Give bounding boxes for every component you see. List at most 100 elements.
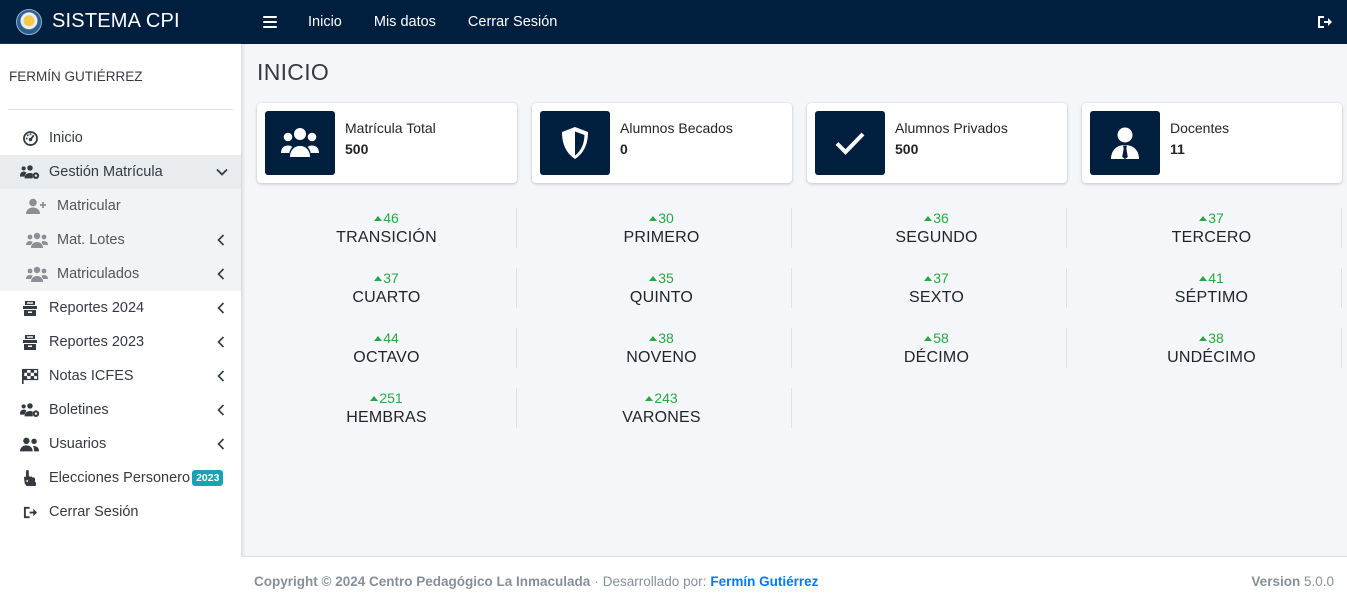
submenu-gestion-matricula: Matricular Mat. Lotes Matriculados bbox=[0, 189, 241, 291]
flag-checkered-icon bbox=[20, 367, 40, 385]
main-content: INICIO Matrícula Total 500 Alumnos Becad… bbox=[241, 44, 1347, 556]
stat-count: 243 bbox=[532, 388, 791, 408]
stat-count: 41 bbox=[1082, 268, 1341, 288]
user-plus-icon bbox=[26, 197, 48, 215]
chevron-left-icon bbox=[217, 370, 225, 382]
caret-up-icon bbox=[645, 396, 654, 401]
stat-hembras: 251 HEMBRAS bbox=[257, 388, 517, 428]
sidebar-item-label: Matriculados bbox=[57, 266, 140, 282]
info-box-value: 0 bbox=[620, 141, 628, 157]
caret-up-icon bbox=[1199, 336, 1208, 341]
stat-count: 46 bbox=[257, 208, 516, 228]
sidebar-item-label: Inicio bbox=[49, 130, 83, 146]
users-icon bbox=[265, 111, 335, 175]
archive-icon bbox=[20, 333, 40, 351]
stat-label: SEGUNDO bbox=[895, 229, 978, 246]
caret-up-icon bbox=[649, 216, 658, 221]
stat-count: 251 bbox=[257, 388, 516, 408]
info-box-label: Alumnos Becados bbox=[620, 120, 733, 136]
stat-segundo: 36 SEGUNDO bbox=[807, 208, 1067, 248]
sidebar-menu: Inicio Gestión Matrícula Matricular Mat.… bbox=[0, 121, 241, 529]
caret-up-icon bbox=[374, 336, 383, 341]
footer: Copyright © 2024 Centro Pedagógico La In… bbox=[241, 556, 1347, 606]
info-box-alumnos-becados: Alumnos Becados 0 bbox=[532, 103, 792, 183]
stat-transicion: 46 TRANSICIÓN bbox=[257, 208, 517, 248]
info-box-value: 500 bbox=[345, 141, 369, 157]
caret-up-icon bbox=[1199, 216, 1208, 221]
sidebar-item-notas-icfes[interactable]: Notas ICFES bbox=[0, 359, 241, 393]
info-box-docentes: Docentes 11 bbox=[1082, 103, 1342, 183]
stat-count: 37 bbox=[257, 268, 516, 288]
users-icon bbox=[20, 435, 40, 453]
sidebar-item-label: Notas ICFES bbox=[49, 368, 134, 384]
brand[interactable]: SISTEMA CPI bbox=[0, 0, 241, 44]
sidebar-item-matriculados[interactable]: Matriculados bbox=[0, 257, 241, 291]
stat-count: 58 bbox=[807, 328, 1066, 348]
stat-count: 37 bbox=[1082, 208, 1341, 228]
shield-icon bbox=[540, 111, 610, 175]
stat-sexto: 37 SEXTO bbox=[807, 268, 1067, 308]
caret-up-icon bbox=[649, 276, 658, 281]
archive-icon bbox=[20, 299, 40, 317]
chevron-left-icon bbox=[217, 404, 225, 416]
user-panel: FERMÍN GUTIÉRREZ bbox=[8, 44, 233, 110]
stat-undecimo: 38 UNDÉCIMO bbox=[1082, 328, 1342, 368]
stat-count: 38 bbox=[1082, 328, 1341, 348]
stat-octavo: 44 OCTAVO bbox=[257, 328, 517, 368]
caret-up-icon bbox=[370, 396, 379, 401]
sidebar-item-mat-lotes[interactable]: Mat. Lotes bbox=[0, 223, 241, 257]
stat-count: 44 bbox=[257, 328, 516, 348]
sidebar-item-inicio[interactable]: Inicio bbox=[0, 121, 241, 155]
info-box-label: Alumnos Privados bbox=[895, 120, 1008, 136]
stat-label: NOVENO bbox=[626, 349, 697, 366]
year-badge: 2023 bbox=[192, 470, 224, 486]
stat-count: 30 bbox=[532, 208, 791, 228]
sidebar-item-label: Usuarios bbox=[49, 436, 107, 452]
sidebar-item-boletines[interactable]: Boletines bbox=[0, 393, 241, 427]
stat-count: 36 bbox=[807, 208, 1066, 228]
user-name[interactable]: FERMÍN GUTIÉRREZ bbox=[8, 69, 143, 84]
stat-label: UNDÉCIMO bbox=[1167, 349, 1256, 366]
nav-link-inicio[interactable]: Inicio bbox=[308, 14, 342, 30]
sidebar-item-label: Elecciones Personero bbox=[49, 470, 191, 486]
stat-count: 35 bbox=[532, 268, 791, 288]
sidebar-item-elecciones-personero[interactable]: Elecciones Personero 2023 bbox=[0, 461, 241, 495]
check-icon bbox=[815, 111, 885, 175]
caret-up-icon bbox=[649, 336, 658, 341]
nav-link-mis-datos[interactable]: Mis datos bbox=[374, 14, 436, 30]
sign-out-icon bbox=[20, 503, 40, 521]
sidebar-item-label: Matricular bbox=[57, 198, 121, 214]
caret-up-icon bbox=[924, 276, 933, 281]
developer-link[interactable]: Fermín Gutiérrez bbox=[710, 574, 818, 589]
info-box-value: 11 bbox=[1170, 141, 1185, 157]
info-box-matricula-total: Matrícula Total 500 bbox=[257, 103, 517, 183]
sidebar-item-label: Mat. Lotes bbox=[57, 232, 125, 248]
sidebar-item-matricular[interactable]: Matricular bbox=[0, 189, 241, 223]
footer-copyright: Copyright © 2024 Centro Pedagógico La In… bbox=[254, 574, 591, 589]
footer-dev-text: Desarrollado por: bbox=[602, 574, 707, 589]
chevron-down-icon bbox=[216, 168, 228, 176]
sidebar-item-usuarios[interactable]: Usuarios bbox=[0, 427, 241, 461]
chevron-left-icon bbox=[217, 336, 225, 348]
sign-out-icon[interactable] bbox=[1317, 14, 1333, 30]
caret-up-icon bbox=[924, 336, 933, 341]
stat-label: QUINTO bbox=[629, 289, 694, 306]
sidebar-item-gestion-matricula[interactable]: Gestión Matrícula bbox=[0, 155, 241, 189]
chevron-left-icon bbox=[217, 268, 225, 280]
menu-toggle-icon[interactable] bbox=[263, 16, 277, 28]
nav-link-cerrar-sesion[interactable]: Cerrar Sesión bbox=[468, 14, 557, 30]
sidebar-item-cerrar-sesion[interactable]: Cerrar Sesión bbox=[0, 495, 241, 529]
users-icon bbox=[26, 231, 48, 249]
stat-label: SÉPTIMO bbox=[1174, 289, 1249, 306]
sidebar: FERMÍN GUTIÉRREZ Inicio Gestión Matrícul… bbox=[0, 44, 241, 606]
hand-pointer-icon bbox=[20, 469, 40, 487]
info-box-alumnos-privados: Alumnos Privados 500 bbox=[807, 103, 1067, 183]
stat-tercero: 37 TERCERO bbox=[1082, 208, 1342, 248]
school-logo-icon bbox=[16, 8, 42, 35]
sidebar-item-label: Boletines bbox=[49, 402, 109, 418]
stat-label: VARONES bbox=[622, 409, 701, 426]
sidebar-item-reportes-2023[interactable]: Reportes 2023 bbox=[0, 325, 241, 359]
caret-up-icon bbox=[1199, 276, 1208, 281]
sidebar-item-reportes-2024[interactable]: Reportes 2024 bbox=[0, 291, 241, 325]
caret-up-icon bbox=[374, 276, 383, 281]
